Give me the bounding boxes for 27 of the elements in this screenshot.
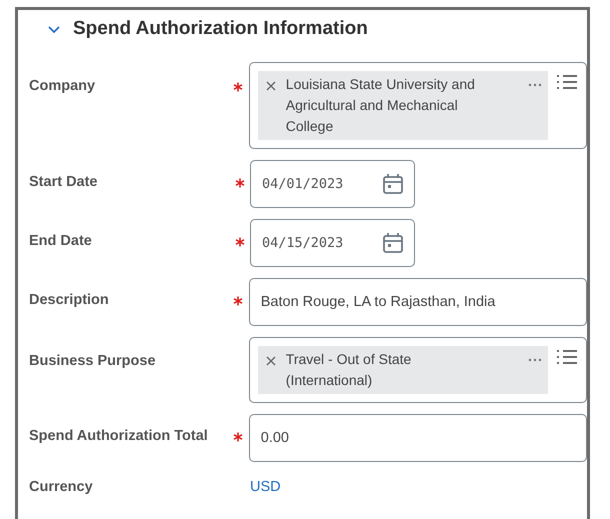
multiselect-field[interactable]: Travel - Out of State (International) xyxy=(248,337,587,403)
selected-pill[interactable]: Louisiana State University and Agricultural and Mechanical College xyxy=(258,71,548,140)
field-label: Start Date xyxy=(29,173,98,190)
text-field[interactable]: Baton Rouge, LA to Rajasthan, India xyxy=(248,278,587,326)
list-icon[interactable] xyxy=(556,348,578,366)
more-icon[interactable] xyxy=(528,83,542,87)
currency-link[interactable]: USD xyxy=(250,473,281,495)
field-label: Description xyxy=(29,291,110,308)
pill-text: Louisiana State University and Agricultural and Mechanical College xyxy=(286,75,476,136)
field-label: Company xyxy=(29,77,96,94)
calendar-icon[interactable] xyxy=(382,232,404,254)
calendar-icon[interactable] xyxy=(382,173,404,195)
more-icon[interactable] xyxy=(528,358,542,362)
field-label: Spend Authorization Total xyxy=(29,427,209,444)
section-title: Spend Authorization Information xyxy=(73,18,368,40)
date-field[interactable]: 04/01/2023 xyxy=(250,160,415,208)
field-label: Business Purpose xyxy=(29,352,157,369)
multiselect-field[interactable]: Louisiana State University and Agricultural and Mechanical College xyxy=(248,62,587,149)
pill-text: Travel - Out of State (International) xyxy=(286,350,412,390)
list-icon[interactable] xyxy=(556,73,578,91)
field-label: End Date xyxy=(29,232,93,249)
date-field[interactable]: 04/15/2023 xyxy=(250,219,415,267)
field-label: Currency xyxy=(29,478,94,495)
close-icon[interactable] xyxy=(266,81,276,91)
selected-pill[interactable]: Travel - Out of State (International) xyxy=(258,346,548,394)
close-icon[interactable] xyxy=(266,356,276,366)
text-field[interactable]: 0.00 xyxy=(248,414,587,462)
